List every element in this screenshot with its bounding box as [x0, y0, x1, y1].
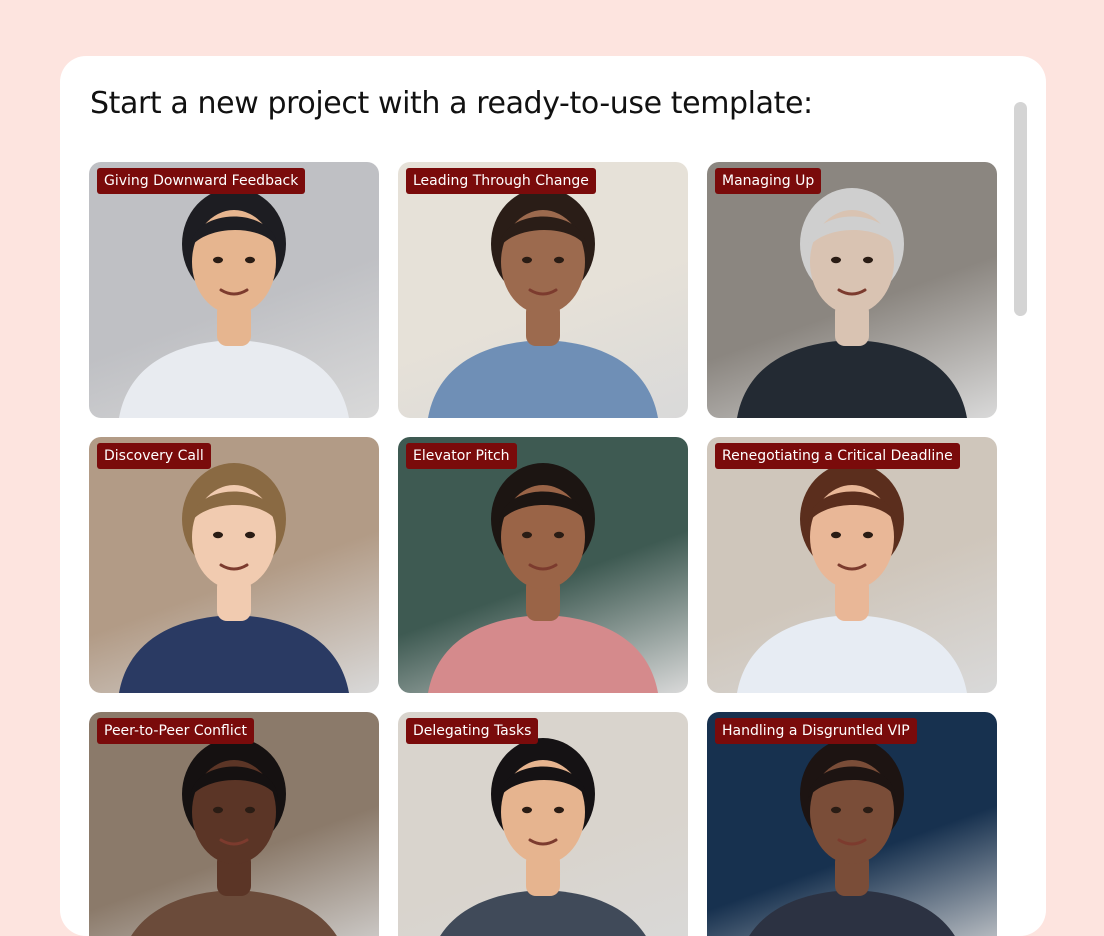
template-label: Giving Downward Feedback — [97, 168, 306, 194]
avatar-image — [749, 738, 955, 936]
template-label: Handling a Disgruntled VIP — [715, 718, 917, 744]
template-label: Peer-to-Peer Conflict — [97, 718, 254, 744]
avatar-image — [131, 738, 337, 936]
template-label: Elevator Pitch — [406, 443, 517, 469]
template-card[interactable]: Giving Downward Feedback — [89, 162, 379, 418]
template-card[interactable]: Peer-to-Peer Conflict — [89, 712, 379, 936]
template-panel: Start a new project with a ready-to-use … — [60, 56, 1046, 936]
template-label: Renegotiating a Critical Deadline — [715, 443, 960, 469]
avatar-image — [737, 188, 967, 418]
scrollbar-thumb[interactable] — [1014, 102, 1027, 316]
template-card[interactable]: Discovery Call — [89, 437, 379, 693]
avatar-image — [440, 738, 646, 936]
avatar-image — [119, 188, 349, 418]
template-grid: Giving Downward Feedback Leading Through… — [89, 162, 997, 936]
avatar-image — [428, 463, 658, 693]
avatar-image — [119, 463, 349, 693]
template-card[interactable]: Handling a Disgruntled VIP — [707, 712, 997, 936]
avatar-image — [428, 188, 658, 418]
avatar-image — [737, 463, 967, 693]
template-card[interactable]: Delegating Tasks — [398, 712, 688, 936]
template-label: Delegating Tasks — [406, 718, 539, 744]
template-label: Leading Through Change — [406, 168, 596, 194]
template-card[interactable]: Managing Up — [707, 162, 997, 418]
page-title: Start a new project with a ready-to-use … — [90, 86, 813, 121]
template-card[interactable]: Leading Through Change — [398, 162, 688, 418]
template-label: Managing Up — [715, 168, 822, 194]
template-card[interactable]: Elevator Pitch — [398, 437, 688, 693]
template-label: Discovery Call — [97, 443, 211, 469]
template-card[interactable]: Renegotiating a Critical Deadline — [707, 437, 997, 693]
